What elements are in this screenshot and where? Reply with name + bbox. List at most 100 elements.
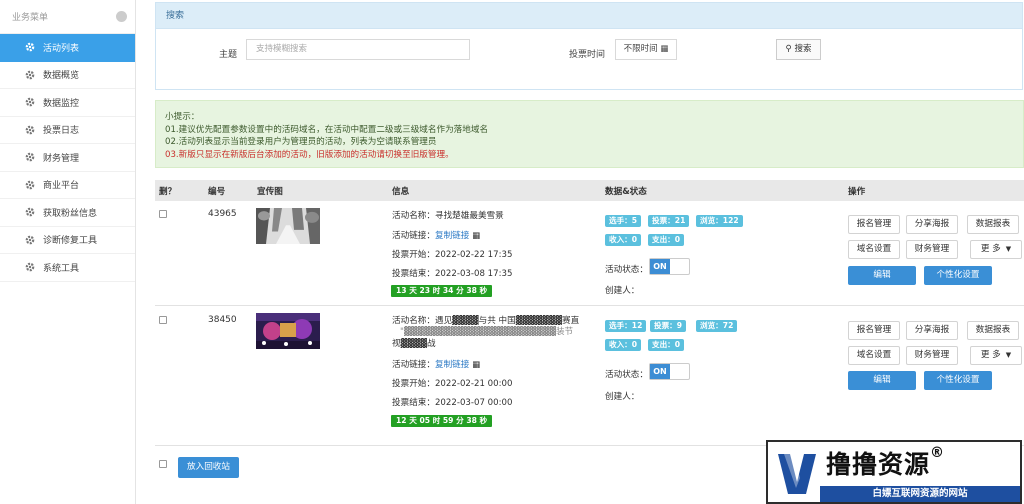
sidebar-item-label: 获取粉丝信息 [43, 208, 98, 219]
activity-status-toggle[interactable]: ON [649, 258, 690, 275]
data-report-button[interactable]: 数据报表 [967, 215, 1019, 234]
caret-down-icon: ▼ [1005, 245, 1012, 253]
subject-label: 主题 [219, 50, 238, 60]
activity-link: 活动链接：复制链接 ▦ [392, 358, 480, 370]
edit-button[interactable]: 编辑 [848, 266, 916, 285]
domain-settings-button[interactable]: 域名设置 [848, 346, 900, 365]
share-poster-button[interactable]: 分享海报 [906, 215, 958, 234]
stat-votes: 投票：21 [648, 215, 690, 227]
sidebar-item-7[interactable]: 诊断修复工具 [0, 227, 135, 254]
col-id: 编号 [208, 187, 226, 197]
watermark-emblem-icon [778, 454, 816, 494]
row-select-checkbox[interactable] [159, 210, 167, 218]
sidebar-item-8[interactable]: 系统工具 [0, 254, 135, 282]
more-dropdown[interactable]: 更 多 ▼ [970, 240, 1022, 259]
sidebar-item-6[interactable]: 获取粉丝信息 [0, 199, 135, 227]
row-select-checkbox[interactable] [159, 316, 167, 324]
share-poster-button[interactable]: 分享海报 [906, 321, 958, 340]
stat-expense: 支出：0 [648, 339, 685, 351]
sidebar-item-5[interactable]: 商业平台 [0, 172, 135, 199]
stat-contestants: 选手：5 [605, 215, 642, 227]
row-id: 43965 [208, 209, 237, 219]
row-id: 38450 [208, 315, 237, 325]
col-image: 宣传图 [257, 187, 283, 197]
personalize-button[interactable]: 个性化设置 [924, 266, 992, 285]
gear-icon [24, 206, 36, 218]
creator-label: 创建人： [605, 286, 640, 296]
activity-status-label: 活动状态： [605, 265, 648, 275]
vote-time-select[interactable]: 不限时间 ▦ [615, 39, 677, 60]
domain-settings-button[interactable]: 域名设置 [848, 240, 900, 259]
sidebar-item-label: 数据概览 [43, 71, 80, 82]
tips-heading: 小提示： [165, 112, 200, 122]
select-all-checkbox[interactable] [159, 460, 167, 468]
vote-end: 投票结束：2022-03-07 00:00 [392, 398, 513, 408]
data-report-button[interactable]: 数据报表 [967, 321, 1019, 340]
gear-icon [24, 124, 36, 136]
col-ops: 操作 [848, 187, 866, 197]
gear-icon [24, 179, 36, 191]
sidebar-header: 业务菜单 [0, 0, 135, 34]
sidebar-header-label: 业务菜单 [12, 13, 49, 23]
activity-name-value: 寻找楚雄最美雪景 [434, 211, 504, 221]
sidebar-item-0[interactable]: 活动列表 [0, 34, 135, 62]
sidebar-item-label: 诊断修复工具 [43, 236, 98, 247]
more-label: 更 多 [980, 244, 1001, 254]
vote-start: 投票开始：2022-02-22 17:35 [392, 250, 513, 260]
countdown-badge: 13 天 23 时 34 分 38 秒 [391, 285, 493, 297]
stat-contestants: 选手：12 [605, 320, 647, 332]
activity-thumbnail [256, 208, 320, 244]
stat-income: 收入：0 [605, 234, 642, 246]
col-delete: 删？ [159, 187, 177, 197]
gear-icon [24, 96, 36, 108]
sidebar-item-3[interactable]: 投票日志 [0, 117, 135, 144]
gear-icon [24, 69, 36, 81]
vote-time-value: 不限时间 [623, 44, 658, 54]
more-label: 更 多 [980, 350, 1001, 360]
sidebar-item-4[interactable]: 财务管理 [0, 144, 135, 172]
activity-status-label: 活动状态： [605, 370, 648, 380]
search-button[interactable]: ⚲ 搜索 [776, 39, 821, 60]
vote-time-label: 投票时间 [569, 50, 606, 60]
copy-link[interactable]: 复制链接 [435, 360, 469, 370]
gear-icon [24, 261, 36, 273]
copy-link[interactable]: 复制链接 [435, 231, 469, 241]
tip-line-1: 01.建议优先配置参数设置中的活码域名，在活动中配置二级或三级域名作为落地域名 [165, 124, 489, 135]
finance-manage-button[interactable]: 财务管理 [906, 240, 958, 259]
sidebar-item-label: 数据监控 [43, 98, 80, 109]
qrcode-icon[interactable]: ▦ [472, 360, 480, 370]
more-dropdown[interactable]: 更 多 ▼ [970, 346, 1022, 365]
signup-manage-button[interactable]: 报名管理 [848, 215, 900, 234]
watermark-subtitle: 白嫖互联网资源的网站 [820, 486, 1020, 502]
activity-link-label: 活动链接： [392, 231, 435, 241]
activity-status-toggle[interactable]: ON [649, 363, 690, 380]
qrcode-icon[interactable]: ▦ [472, 231, 480, 241]
search-panel-title: 搜索 [156, 3, 1022, 29]
sidebar-item-1[interactable]: 数据概览 [0, 62, 135, 89]
activity-link-label: 活动链接： [392, 360, 435, 370]
gear-icon [24, 234, 36, 246]
gear-icon [24, 151, 36, 163]
signup-manage-button[interactable]: 报名管理 [848, 321, 900, 340]
subject-search-input[interactable]: 支持模糊搜索 [246, 39, 470, 60]
stat-views: 浏览：72 [696, 320, 738, 332]
calendar-icon: ▦ [660, 44, 669, 54]
col-info: 信息 [392, 187, 410, 197]
tips-box: 小提示： 01.建议优先配置参数设置中的活码域名，在活动中配置二级或三级域名作为… [155, 100, 1024, 168]
countdown-badge: 12 天 05 时 59 分 38 秒 [391, 415, 493, 427]
table-header: 删？ 编号 宣传图 信息 数据&状态 操作 [155, 180, 1024, 201]
collapse-toggle-icon[interactable] [116, 11, 127, 22]
sidebar-item-2[interactable]: 数据监控 [0, 89, 135, 117]
move-to-recycle-bin-button[interactable]: 放入回收站 [178, 457, 239, 478]
tip-line-2: 02.活动列表显示当前登录用户为管理员的活动，列表为空请联系管理员 [165, 137, 437, 147]
personalize-button[interactable]: 个性化设置 [924, 371, 992, 390]
sidebar-item-label: 投票日志 [43, 126, 80, 137]
stat-expense: 支出：0 [648, 234, 685, 246]
watermark-title: 撸撸资源® [826, 445, 945, 481]
finance-manage-button[interactable]: 财务管理 [906, 346, 958, 365]
stat-income: 收入：0 [605, 339, 642, 351]
toggle-on-label: ON [650, 259, 670, 274]
stat-views: 浏览：122 [696, 215, 743, 227]
edit-button[interactable]: 编辑 [848, 371, 916, 390]
stat-votes: 投票：9 [650, 320, 687, 332]
